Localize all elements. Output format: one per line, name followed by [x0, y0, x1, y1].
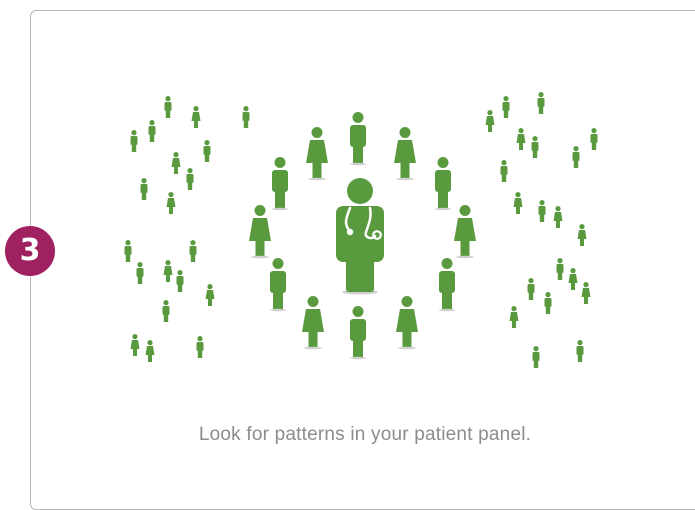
person-icon [306, 127, 328, 181]
person-icon [556, 258, 564, 280]
person-icon [396, 296, 418, 350]
person-icon [513, 192, 523, 214]
person-icon [203, 140, 211, 162]
person-icon [553, 206, 563, 228]
person-icon [162, 300, 170, 322]
person-icon [186, 168, 194, 190]
person-icon [272, 157, 288, 211]
person-icon [166, 192, 176, 214]
left-crowd [124, 96, 250, 362]
person-icon [242, 106, 250, 128]
person-icon [572, 146, 580, 168]
person-icon [500, 160, 508, 182]
person-icon [130, 130, 138, 152]
person-icon [171, 152, 181, 174]
person-icon [502, 96, 510, 118]
person-icon [538, 200, 546, 222]
person-icon [568, 268, 578, 290]
person-icon [205, 284, 215, 306]
person-icon [196, 336, 204, 358]
person-icon [531, 136, 539, 158]
person-icon [485, 110, 495, 132]
person-icon [581, 282, 591, 304]
right-crowd [485, 92, 598, 368]
person-icon [435, 157, 451, 211]
person-icon [302, 296, 324, 350]
person-icon [136, 262, 144, 284]
person-icon [576, 340, 584, 362]
doctor-with-stethoscope-icon [336, 178, 384, 295]
person-icon [516, 128, 526, 150]
person-icon [527, 278, 535, 300]
person-icon [130, 334, 140, 356]
patient-panel-illustration [124, 92, 598, 368]
person-icon [191, 106, 201, 128]
person-icon [439, 258, 455, 312]
person-icon [163, 260, 173, 282]
person-icon [140, 178, 148, 200]
person-icon [394, 127, 416, 181]
caption-text: Look for patterns in your patient panel. [198, 424, 532, 445]
person-icon [124, 240, 132, 262]
person-icon [577, 224, 587, 246]
person-icon [509, 306, 519, 328]
person-icon [164, 96, 172, 118]
person-icon [176, 270, 184, 292]
person-icon [544, 292, 552, 314]
person-icon [350, 112, 366, 166]
person-icon [532, 346, 540, 368]
person-icon [537, 92, 545, 114]
person-icon [148, 120, 156, 142]
person-icon [270, 258, 286, 312]
person-icon [350, 306, 366, 360]
person-icon [454, 205, 476, 259]
person-icon [145, 340, 155, 362]
person-icon [249, 205, 271, 259]
person-icon [189, 240, 197, 262]
person-icon [590, 128, 598, 150]
